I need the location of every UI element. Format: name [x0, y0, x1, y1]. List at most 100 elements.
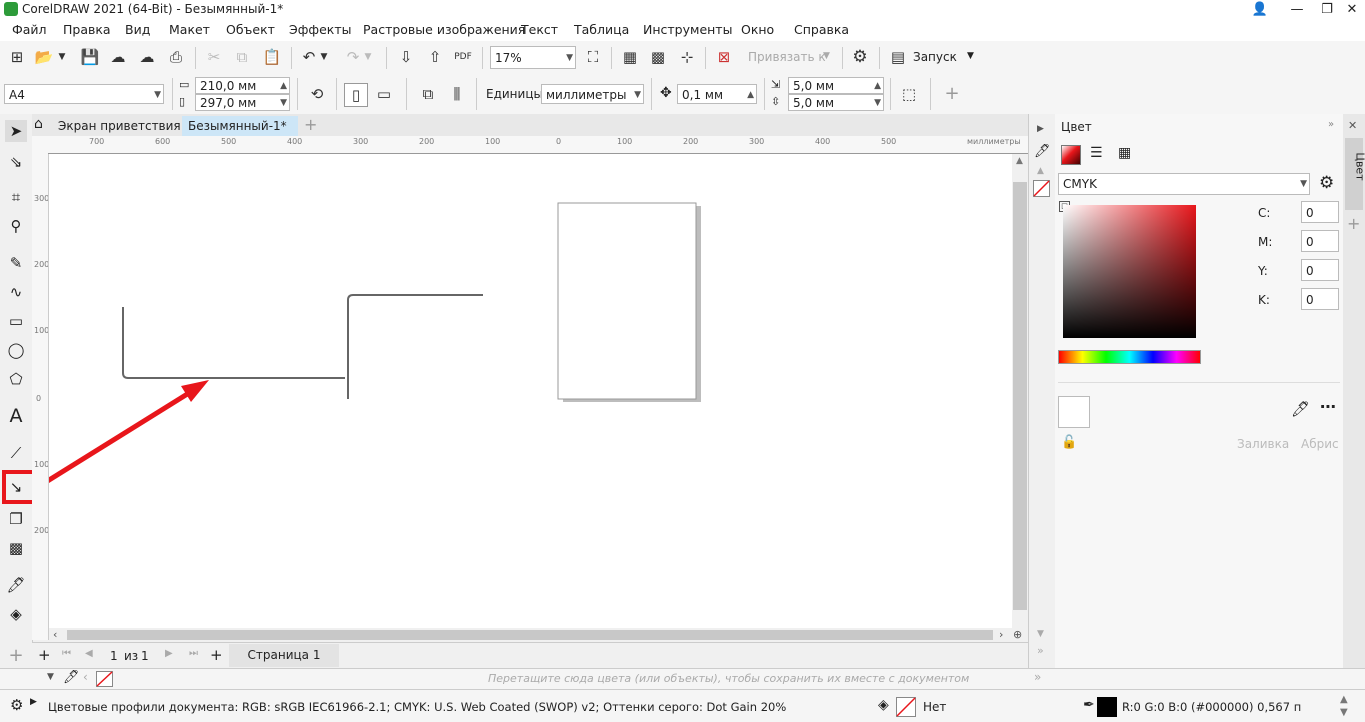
open-folder-icon[interactable]: 📂	[33, 46, 55, 68]
freehand-tool-icon[interactable]: ✎	[5, 252, 27, 274]
palette-left-icon[interactable]: ‹	[83, 670, 88, 684]
polygon-tool-icon[interactable]: ⬠	[5, 368, 27, 390]
page-width-input[interactable]: 210,0 мм ▲	[195, 77, 290, 94]
zoom-navigator-icon[interactable]: ⊕	[1013, 628, 1022, 641]
crop-tool-icon[interactable]: ⌗	[5, 186, 27, 208]
page-tab-1[interactable]: Страница 1	[229, 644, 339, 667]
color-picker-area[interactable]	[1063, 205, 1196, 338]
add-page-after-icon[interactable]: +	[210, 646, 223, 664]
menu-window[interactable]: Окно	[741, 22, 774, 37]
no-color-swatch[interactable]	[1033, 180, 1050, 197]
menu-table[interactable]: Таблица	[574, 22, 629, 37]
export-pdf-icon[interactable]: PDF	[452, 46, 474, 68]
drop-shadow-tool-icon[interactable]: ❐	[5, 508, 27, 530]
vertical-scroll-thumb[interactable]	[1013, 182, 1027, 610]
nudge-distance-input[interactable]: 0,1 мм ▲	[677, 84, 757, 104]
current-page-icon[interactable]: ⫼	[446, 83, 468, 105]
color-palettes-icon[interactable]: ▦	[1118, 145, 1131, 161]
parallel-dimension-tool-icon[interactable]: ⟋	[5, 442, 27, 464]
menu-view[interactable]: Вид	[125, 22, 150, 37]
redo-icon[interactable]: ↷	[342, 46, 364, 68]
last-page-icon[interactable]: ⏭	[189, 648, 198, 659]
page-height-input[interactable]: 297,0 мм ▼	[195, 94, 290, 111]
user-icon[interactable]: 👤	[1245, 0, 1275, 19]
portrait-icon[interactable]: ▯	[344, 83, 368, 107]
menu-effects[interactable]: Эффекты	[289, 22, 352, 37]
magenta-input[interactable]: 0	[1301, 230, 1339, 252]
open-dropdown-icon[interactable]: ▼	[56, 46, 68, 68]
options-gear-icon[interactable]: ⚙	[849, 46, 871, 68]
undo-icon[interactable]: ↶	[298, 46, 320, 68]
redo-dropdown-icon[interactable]: ▼	[362, 46, 374, 68]
menu-edit[interactable]: Правка	[63, 22, 111, 37]
palette-menu-icon[interactable]: ▼	[47, 672, 54, 682]
tab-document[interactable]: Безымянный-1*	[182, 116, 298, 136]
paste-icon[interactable]: 📋	[261, 46, 283, 68]
all-pages-icon[interactable]: ⧉	[417, 83, 439, 105]
snap-to-label[interactable]: Привязать к	[748, 50, 826, 64]
transparency-tool-icon[interactable]: ▩	[5, 537, 27, 559]
guidelines-toggle-icon[interactable]: ⊹	[676, 46, 698, 68]
snap-dropdown-icon[interactable]: ▼	[823, 51, 830, 61]
menu-text[interactable]: Текст	[521, 22, 558, 37]
palette-scroll-up-icon[interactable]: ▲	[1037, 166, 1044, 176]
zoom-level-select[interactable]: 17% ▼	[490, 46, 576, 69]
menu-help[interactable]: Справка	[794, 22, 849, 37]
fill-button[interactable]: Заливка	[1237, 437, 1289, 451]
add-toolbar-item-icon[interactable]: +	[941, 83, 963, 105]
tab-welcome-screen[interactable]: Экран приветствия	[52, 116, 187, 136]
cloud-sync-icon[interactable]: ☁	[136, 46, 158, 68]
grid-toggle-icon[interactable]: ▩	[647, 46, 669, 68]
palette-expand-icon[interactable]: »	[1037, 644, 1044, 657]
docker-eyedropper-icon[interactable]: 🖊	[1291, 400, 1310, 418]
page-size-select[interactable]: A4 ▼	[4, 84, 164, 104]
more-options-icon[interactable]: ⋯	[1320, 397, 1336, 416]
copy-icon[interactable]: ⧉	[231, 46, 253, 68]
menu-bitmaps[interactable]: Растровые изображения	[363, 22, 525, 37]
color-model-select[interactable]: CMYK ▼	[1058, 173, 1310, 195]
print-icon[interactable]: ⎙	[165, 46, 187, 68]
unlock-icon[interactable]: 🔓	[1061, 435, 1077, 450]
launch-dropdown-icon[interactable]: ▼	[967, 51, 974, 61]
launch-label[interactable]: Запуск	[913, 50, 957, 64]
status-play-icon[interactable]: ▶	[30, 697, 37, 707]
palette-scroll-down-icon[interactable]: ▼	[1037, 629, 1044, 639]
docker-close-icon[interactable]: ✕	[1348, 119, 1357, 132]
export-icon[interactable]: ⇧	[424, 46, 446, 68]
menu-object[interactable]: Объект	[226, 22, 275, 37]
units-select[interactable]: миллиметры ▼	[541, 84, 644, 104]
home-icon[interactable]: ⌂	[34, 116, 43, 132]
ellipse-tool-icon[interactable]: ◯	[5, 339, 27, 361]
import-icon[interactable]: ⇩	[395, 46, 417, 68]
scroll-left-icon[interactable]: ‹	[53, 628, 57, 641]
add-tool-icon[interactable]: +	[5, 645, 27, 667]
shape-tool-icon[interactable]: ⇘	[5, 151, 27, 173]
launch-icon[interactable]: ▤	[887, 46, 909, 68]
scroll-right-icon[interactable]: ›	[999, 628, 1003, 641]
palette-eyedropper-icon[interactable]: 🖊	[1034, 144, 1051, 159]
zoom-to-page-icon[interactable]: ⛶	[582, 46, 604, 68]
menu-tools[interactable]: Инструменты	[643, 22, 732, 37]
fill-none-swatch[interactable]	[896, 697, 916, 717]
docker-tab-color[interactable]: Цвет	[1345, 138, 1365, 210]
eyedropper-tool-icon[interactable]: 🖊	[5, 574, 27, 596]
menu-file[interactable]: Файл	[12, 22, 47, 37]
save-icon[interactable]: 💾	[79, 46, 101, 68]
pick-tool-icon[interactable]: ➤	[5, 120, 27, 142]
outline-button[interactable]: Абрис	[1301, 437, 1339, 451]
no-color-swatch-doc[interactable]	[96, 671, 113, 687]
color-sliders-icon[interactable]: ☰	[1090, 145, 1103, 161]
outline-color-swatch[interactable]	[1097, 697, 1117, 717]
artistic-media-tool-icon[interactable]: ∿	[5, 281, 27, 303]
cloud-upload-icon[interactable]: ☁	[107, 46, 129, 68]
hue-slider[interactable]	[1058, 350, 1201, 364]
color-viewer-icon[interactable]	[1061, 145, 1081, 165]
menu-layout[interactable]: Макет	[169, 22, 210, 37]
palette-expand-right-icon[interactable]: »	[1034, 670, 1041, 684]
interactive-fill-tool-icon[interactable]: ◈	[5, 603, 27, 625]
docker-collapse-icon[interactable]: »	[1328, 119, 1334, 130]
color-profiles-text[interactable]: Цветовые профили документа: RGB: sRGB IE…	[48, 700, 786, 714]
status-up-icon[interactable]: ▲	[1340, 694, 1348, 705]
new-tab-icon[interactable]: +	[304, 115, 317, 134]
landscape-icon[interactable]: ▭	[373, 83, 395, 105]
